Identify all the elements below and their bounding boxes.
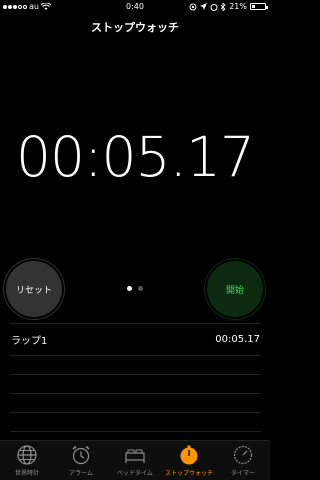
stopwatch-time: 00:05.17 (16, 125, 255, 189)
lap-label: ラップ1 (11, 336, 48, 347)
location-icon (200, 3, 208, 10)
page-dot (138, 286, 143, 291)
lap-row: ラップ1 00:05.17 (10, 324, 261, 355)
status-bar: au 0:40 21% (0, 0, 270, 14)
tab-timer[interactable]: タイマー (216, 441, 270, 480)
tab-label: 世界時計 (14, 470, 39, 477)
tab-world-clock[interactable]: 世界時計 (0, 441, 54, 480)
start-button[interactable]: 開始 (207, 261, 263, 317)
tab-label: ベッドタイム (117, 470, 153, 477)
bluetooth-icon (221, 2, 226, 11)
alarm-clock-icon (72, 445, 90, 465)
tab-label: アラーム (69, 470, 93, 477)
battery-icon (250, 3, 268, 10)
globe-icon (17, 445, 37, 465)
page-indicator[interactable] (127, 286, 143, 291)
battery-percent: 21% (229, 2, 247, 11)
lock-rotation-icon (189, 3, 197, 10)
lap-time: 00:05.17 (215, 334, 260, 345)
page-title: ストップウォッチ (91, 21, 179, 34)
reset-button[interactable]: リセット (6, 261, 62, 317)
stopwatch-icon (180, 445, 198, 465)
tab-bar: 世界時計 アラーム ベッドタイム ストップウォッチ タイマー (0, 440, 270, 480)
tab-stopwatch[interactable]: ストップウォッチ (162, 441, 216, 480)
tab-bedtime[interactable]: ベッドタイム (108, 441, 162, 480)
tab-label: タイマー (230, 470, 255, 477)
tab-alarm[interactable]: アラーム (54, 441, 108, 480)
lap-list: ラップ1 00:05.17 (10, 323, 261, 432)
bed-icon (125, 449, 145, 463)
alarm-icon (210, 3, 218, 11)
tab-label: ストップウォッチ (164, 470, 213, 477)
page-dot-active (127, 286, 132, 291)
timer-icon (233, 445, 253, 465)
